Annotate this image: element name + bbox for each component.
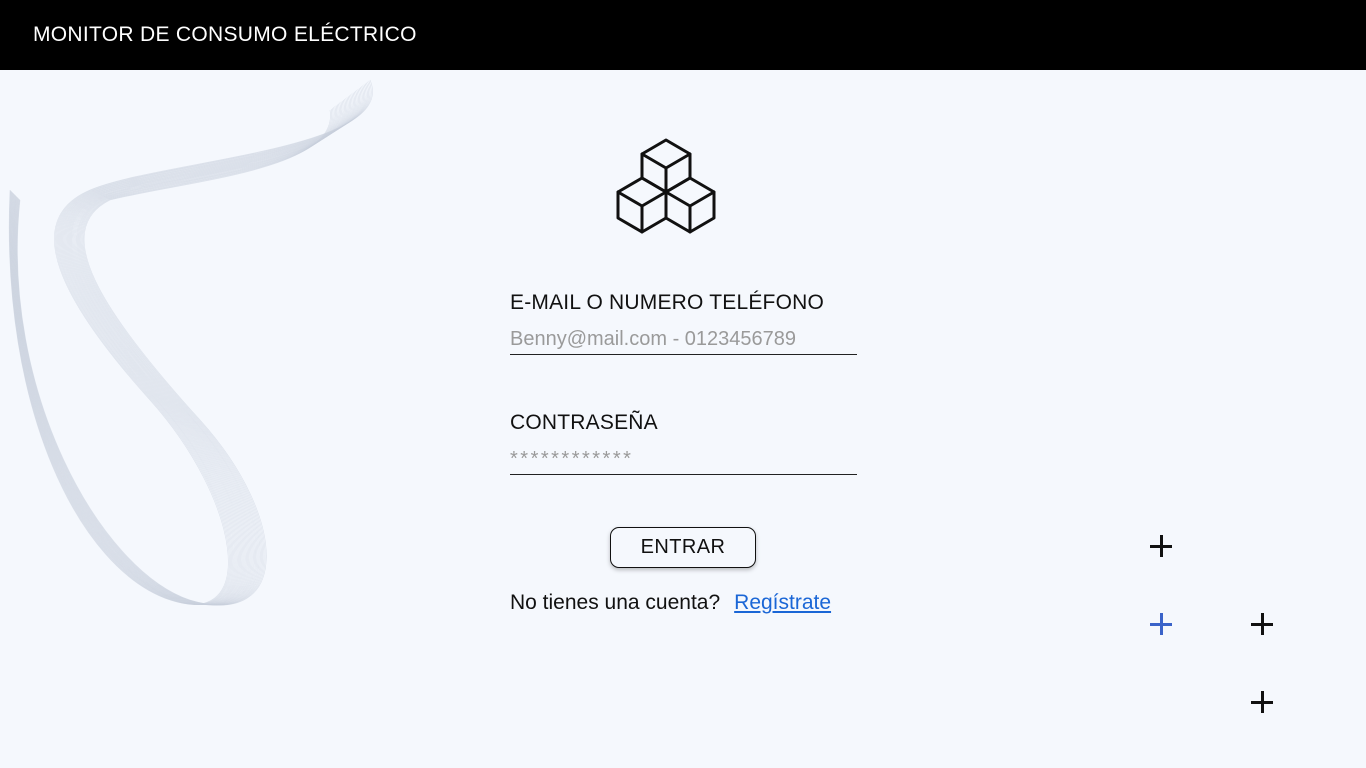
signup-prompt: No tienes una cuenta?	[510, 591, 721, 614]
plus-icon	[1150, 613, 1172, 635]
plus-icon	[1150, 535, 1172, 557]
plus-icon	[1251, 691, 1273, 713]
login-button[interactable]: ENTRAR	[610, 527, 756, 568]
plus-icon	[1251, 613, 1273, 635]
app-title: MONITOR DE CONSUMO ELÉCTRICO	[33, 23, 417, 46]
password-label: CONTRASEÑA	[510, 411, 658, 434]
signup-row: No tienes una cuenta? Regístrate	[510, 591, 831, 615]
password-input[interactable]	[510, 444, 857, 475]
cubes-icon	[616, 138, 716, 234]
email-label: E-MAIL O NUMERO TELÉFONO	[510, 291, 825, 314]
signup-link[interactable]: Regístrate	[734, 591, 831, 614]
top-bar: MONITOR DE CONSUMO ELÉCTRICO	[0, 0, 1366, 70]
wave-lines-decoration	[8, 79, 373, 606]
email-input[interactable]	[510, 324, 857, 355]
